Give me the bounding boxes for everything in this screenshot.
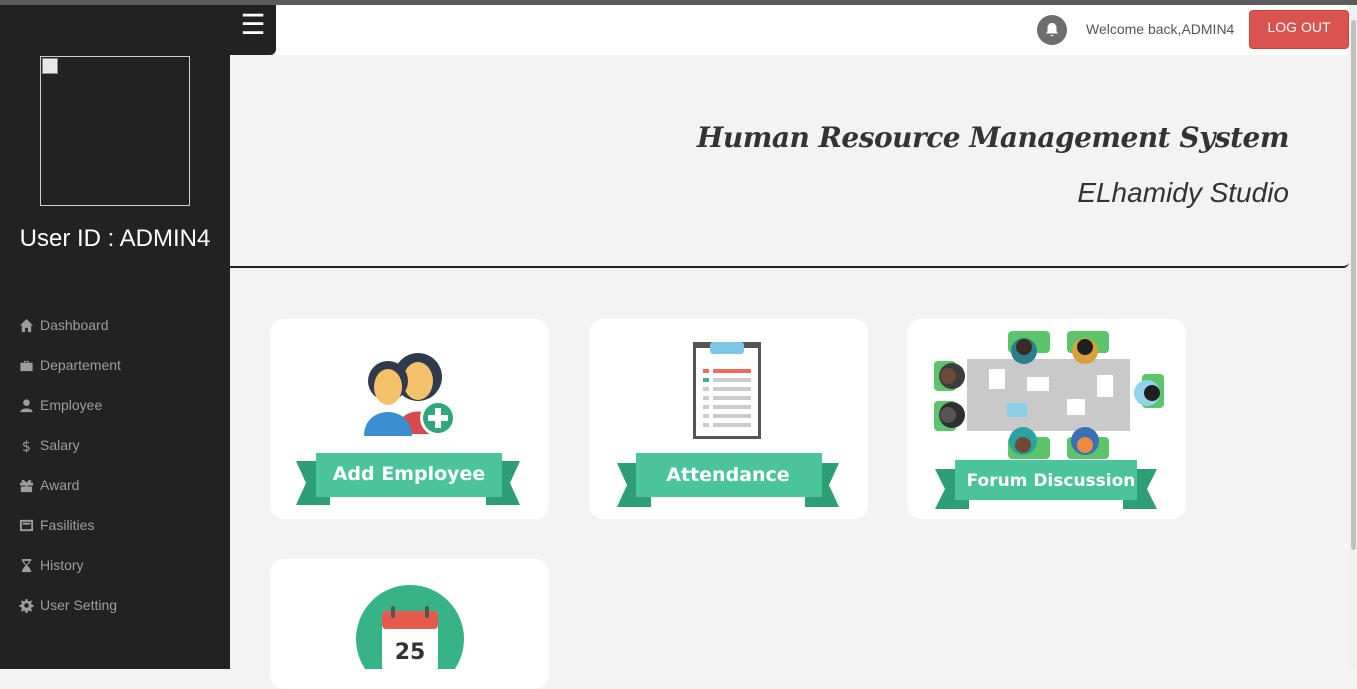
gift-icon [18,477,34,493]
sidebar-item-award[interactable]: Award [18,465,121,505]
calendar-icon: 25 [356,585,464,669]
card-label: Forum Discussion [967,471,1136,491]
dollar-icon: $ [18,437,34,453]
gear-icon [18,597,34,613]
calendar-card[interactable]: 25 [270,559,549,689]
page-title: Human Resource Management System [696,121,1290,154]
page-header: Human Resource Management System ELhamid… [230,55,1349,268]
hourglass-icon [18,557,34,573]
broken-image-icon [42,58,58,74]
page-subtitle: ELhamidy Studio [1077,177,1289,208]
add-employee-card[interactable]: Add Employee [270,319,549,519]
welcome-text: Welcome back,ADMIN4 [1086,21,1235,37]
sidebar-item-salary[interactable]: $ Salary [18,425,121,465]
sidebar-nav: Dashboard Departement Employee $ Salary … [18,305,121,625]
sidebar: User ID : ADMIN4 Dashboard Departement E… [0,5,230,669]
card-label: Attendance [666,464,789,486]
briefcase-icon [18,357,34,373]
sidebar-item-label: Award [40,477,80,493]
bell-icon[interactable] [1037,15,1067,45]
sidebar-item-label: Dashboard [40,317,109,333]
menu-toggle-button[interactable]: ☰ [230,5,276,55]
user-id: User ID : ADMIN4 [19,225,211,252]
home-icon [18,317,34,333]
add-employee-icon: Add Employee [296,353,520,505]
sidebar-item-label: User Setting [40,597,118,613]
logout-button[interactable]: LOG OUT [1249,10,1349,49]
clipboard-icon: Attendance [617,342,839,507]
sidebar-item-label: Departement [40,357,121,373]
sidebar-item-employee[interactable]: Employee [18,385,121,425]
meeting-table-icon: Forum Discussion [934,331,1164,509]
sidebar-item-label: Salary [40,437,80,453]
forum-discussion-card[interactable]: Forum Discussion [907,319,1186,519]
sidebar-item-departement[interactable]: Departement [18,345,121,385]
sidebar-item-history[interactable]: History [18,545,121,585]
attendance-card[interactable]: Attendance [589,319,868,519]
sidebar-item-dashboard[interactable]: Dashboard [18,305,121,345]
user-icon [18,397,34,413]
sidebar-item-fasilities[interactable]: Fasilities [18,505,121,545]
sidebar-item-label: Fasilities [40,517,95,533]
svg-text:$: $ [21,439,30,453]
avatar [40,56,190,206]
card-icon [18,517,34,533]
sidebar-item-label: Employee [40,397,103,413]
sidebar-item-user-setting[interactable]: User Setting [18,585,121,625]
card-label: Add Employee [333,463,486,485]
sidebar-item-label: History [40,557,84,573]
calendar-day: 25 [395,640,426,665]
scrollbar-thumb[interactable] [1351,20,1356,550]
